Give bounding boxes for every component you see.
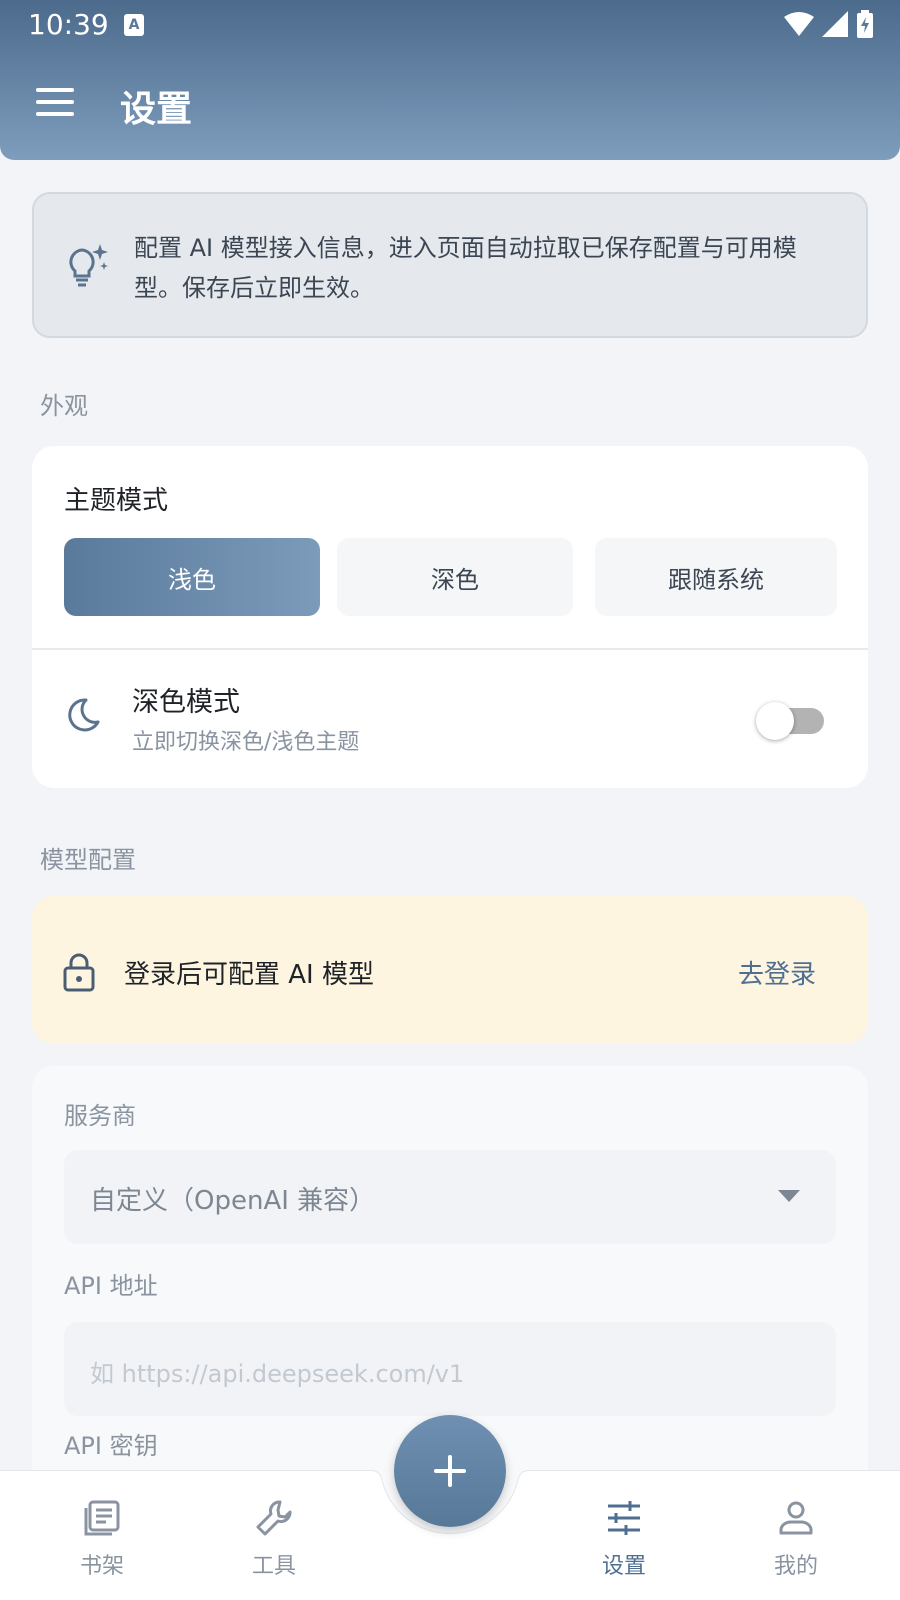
dark-mode-title: 深色模式 bbox=[132, 687, 240, 718]
theme-option-system[interactable]: 跟随系统 bbox=[595, 538, 837, 616]
dropdown-arrow-icon bbox=[778, 1190, 800, 1202]
tip-text: 配置 AI 模型接入信息，进入页面自动拉取已保存配置与可用模型。保存后立即生效。 bbox=[134, 234, 797, 302]
api-url-placeholder: 如 https://api.deepseek.com/v1 bbox=[90, 1360, 465, 1388]
dark-mode-toggle[interactable] bbox=[738, 700, 844, 740]
plus-icon bbox=[434, 1455, 466, 1487]
theme-mode-title: 主题模式 bbox=[64, 486, 169, 516]
dark-mode-subtitle: 立即切换深色/浅色主题 bbox=[132, 730, 360, 755]
sliders-icon bbox=[608, 1501, 640, 1535]
section-label-appearance: 外观 bbox=[40, 392, 88, 420]
section-label-model-config: 模型配置 bbox=[40, 846, 136, 874]
api-url-label: API 地址 bbox=[64, 1272, 158, 1300]
nav-item-bookshelf[interactable]: 书架 bbox=[52, 1498, 152, 1580]
nav-label-tools: 工具 bbox=[251, 1554, 296, 1579]
notification-a-icon: A bbox=[124, 14, 144, 36]
battery-icon bbox=[857, 10, 873, 38]
provider-select[interactable]: 自定义（OpenAI 兼容） bbox=[64, 1150, 836, 1244]
theme-option-light[interactable]: 浅色 bbox=[64, 538, 320, 616]
add-fab-button[interactable] bbox=[394, 1415, 506, 1527]
api-key-label: API 密钥 bbox=[64, 1432, 158, 1460]
person-icon bbox=[779, 1501, 813, 1535]
login-notice-card: 登录后可配置 AI 模型 去登录 bbox=[32, 896, 868, 1044]
nav-label-profile: 我的 bbox=[773, 1554, 818, 1579]
appearance-card: 主题模式 浅色 深色 跟随系统 深色模式 立即切换深色/浅色主题 bbox=[32, 446, 868, 788]
lightbulb-sparkle-icon bbox=[69, 244, 108, 287]
login-notice-text: 登录后可配置 AI 模型 bbox=[124, 960, 374, 990]
provider-value: 自定义（OpenAI 兼容） bbox=[90, 1186, 376, 1216]
info-tip-card: 配置 AI 模型接入信息，进入页面自动拉取已保存配置与可用模型。保存后立即生效。 bbox=[32, 192, 868, 338]
lock-icon bbox=[63, 953, 95, 992]
status-bar: 10:39 A bbox=[0, 0, 900, 50]
signal-icon bbox=[822, 11, 848, 37]
go-login-link[interactable]: 去登录 bbox=[738, 954, 816, 991]
nav-label-settings: 设置 bbox=[601, 1554, 646, 1579]
status-icons bbox=[784, 10, 874, 38]
moon-icon bbox=[68, 698, 100, 732]
wrench-icon bbox=[256, 1500, 292, 1536]
nav-label-bookshelf: 书架 bbox=[79, 1554, 124, 1579]
status-time: 10:39 bbox=[28, 8, 109, 41]
nav-item-profile[interactable]: 我的 bbox=[746, 1498, 846, 1580]
app-bar: 10:39 A 设置 bbox=[0, 0, 900, 160]
theme-option-dark[interactable]: 深色 bbox=[337, 538, 573, 616]
divider bbox=[32, 648, 868, 650]
menu-icon[interactable] bbox=[36, 88, 74, 116]
provider-label: 服务商 bbox=[64, 1102, 136, 1130]
api-url-input[interactable]: 如 https://api.deepseek.com/v1 bbox=[64, 1322, 836, 1416]
page-title: 设置 bbox=[120, 89, 193, 130]
nav-item-settings[interactable]: 设置 bbox=[574, 1498, 674, 1580]
bookshelf-icon bbox=[84, 1500, 120, 1536]
wifi-icon bbox=[784, 12, 814, 36]
nav-item-tools[interactable]: 工具 bbox=[224, 1498, 324, 1580]
